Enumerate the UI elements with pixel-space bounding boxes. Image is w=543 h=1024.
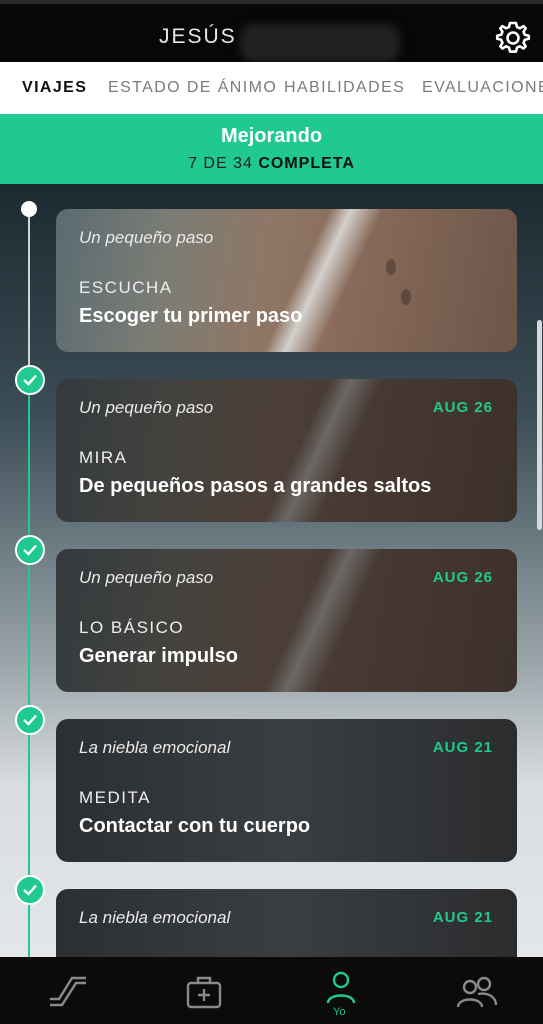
card-date: AUG 21 — [432, 909, 493, 926]
card-type: MEDITA — [79, 788, 151, 807]
bottom-nav: Yo — [0, 957, 543, 1024]
timeline-line-pending — [28, 209, 30, 369]
card-date: AUG 26 — [432, 399, 493, 416]
card-type: MIRA — [79, 448, 128, 467]
card-subtitle: Un pequeño paso — [79, 398, 214, 417]
timeline-node-current — [21, 201, 37, 217]
card-subtitle: La niebla emocional — [79, 738, 231, 757]
activity-card[interactable]: La niebla emocional AUG 21 MEDITA Contac… — [56, 719, 517, 862]
community-icon[interactable] — [456, 975, 498, 1009]
journey-path-icon[interactable] — [48, 975, 88, 1009]
checkmark-icon — [15, 365, 45, 395]
journey-title: Mejorando — [220, 125, 323, 147]
tab-estado-de-animo[interactable]: ESTADO DE ÁNIMO — [108, 79, 277, 97]
checkmark-icon — [15, 875, 45, 905]
card-subtitle: Un pequeño paso — [79, 568, 214, 587]
timeline-line-completed — [28, 369, 30, 957]
progress-count: 7 DE 34 — [188, 155, 253, 172]
tab-habilidades[interactable]: HABILIDADES — [284, 79, 405, 97]
checkmark-icon — [15, 535, 45, 565]
activity-card[interactable]: La niebla emocional AUG 21 — [56, 889, 517, 957]
card-type: LO BÁSICO — [79, 618, 185, 637]
medical-kit-icon[interactable] — [186, 975, 222, 1009]
card-title: Generar impulso — [79, 645, 238, 667]
person-icon[interactable] — [325, 971, 357, 1005]
card-type: ESCUCHA — [79, 278, 173, 297]
card-title: De pequeños pasos a grandes saltos — [79, 475, 432, 497]
progress-status: COMPLETA — [258, 155, 355, 172]
journey-progress-banner: Mejorando 7 DE 34 COMPLETA — [0, 114, 543, 184]
card-date: AUG 26 — [432, 569, 493, 586]
card-date: AUG 21 — [432, 739, 493, 756]
user-name: JESÚS — [159, 25, 237, 48]
scrollbar[interactable] — [537, 320, 542, 530]
tab-evaluaciones[interactable]: EVALUACIONE — [422, 79, 543, 97]
activity-card[interactable]: Un pequeño paso ESCUCHA Escoger tu prime… — [56, 209, 517, 352]
top-bar: JESÚS — [0, 0, 543, 62]
tab-bar: VIAJES ESTADO DE ÁNIMO HABILIDADES EVALU… — [0, 62, 543, 114]
card-subtitle: Un pequeño paso — [79, 228, 214, 247]
activity-card[interactable]: Un pequeño paso AUG 26 LO BÁSICO Generar… — [56, 549, 517, 692]
nav-label-yo[interactable]: Yo — [333, 1006, 345, 1018]
journey-timeline: Un pequeño paso ESCUCHA Escoger tu prime… — [0, 184, 543, 957]
card-title: Contactar con tu cuerpo — [79, 815, 311, 837]
checkmark-icon — [15, 705, 45, 735]
gear-icon[interactable] — [494, 19, 532, 57]
tab-viajes[interactable]: VIAJES — [22, 79, 87, 97]
card-title: Escoger tu primer paso — [79, 305, 303, 327]
activity-card[interactable]: Un pequeño paso AUG 26 MIRA De pequeños … — [56, 379, 517, 522]
redacted-surname — [240, 24, 400, 62]
card-subtitle: La niebla emocional — [79, 908, 231, 927]
journey-progress: 7 DE 34 COMPLETA — [0, 155, 543, 173]
